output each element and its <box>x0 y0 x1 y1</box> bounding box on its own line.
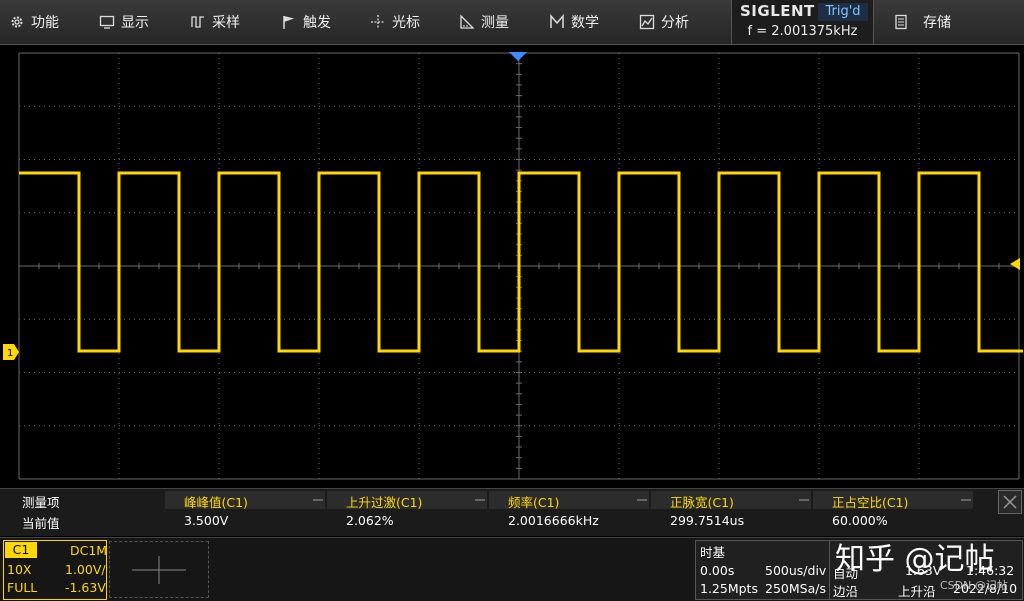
menu-math-label: 数学 <box>571 15 599 31</box>
menu-acquire[interactable]: 采样 <box>190 0 240 44</box>
analysis-icon <box>639 14 655 30</box>
channel-scale: 1.00V/ <box>65 562 106 577</box>
watermark-small: CSDN @记帖 <box>940 579 1008 592</box>
trigger-level-marker[interactable] <box>1010 258 1020 270</box>
sample-icon <box>190 14 206 30</box>
math-icon <box>549 13 565 30</box>
channel-bandwidth: FULL <box>7 580 38 595</box>
menu-save-label: 存储 <box>923 15 951 31</box>
brand-logo: SIGLENT <box>740 2 815 20</box>
watermark: 知乎 @记帖 <box>835 542 995 577</box>
measurement-close-button[interactable] <box>998 490 1022 514</box>
crosshair-icon <box>370 14 386 30</box>
measurement-row-labels: 测量项 当前值 <box>22 489 162 536</box>
add-channel-button[interactable] <box>109 541 209 598</box>
measurement-value: 3.500V <box>184 513 229 528</box>
measurement-rise-overshoot[interactable]: 上升过激(C1) 2.062% <box>346 489 486 536</box>
menu-cursor-label: 光标 <box>392 15 420 31</box>
measurement-positive-width[interactable]: 正脉宽(C1) 299.7514us <box>670 489 810 536</box>
channel-1-trace <box>19 171 1023 353</box>
frequency-counter: f = 2.001375kHz <box>747 24 858 39</box>
channel-probe: 10X <box>7 562 32 577</box>
ruler-icon <box>459 14 475 30</box>
channel-1-tag: C1 <box>5 542 37 558</box>
menu-trigger[interactable]: 触发 <box>281 0 331 44</box>
trigger-status-badge: Trig'd <box>818 3 868 21</box>
measurement-value-label: 当前值 <box>22 516 60 531</box>
trigger-type: 边沿 <box>833 584 859 599</box>
brand-status-box: SIGLENT Trig'd f = 2.001375kHz <box>731 0 874 44</box>
trigger-slope: 上升沿 <box>898 584 936 599</box>
measurement-value: 299.7514us <box>670 513 745 528</box>
menu-display[interactable]: 显示 <box>99 0 149 44</box>
measurement-name: 正脉宽(C1) <box>670 495 734 510</box>
timebase-memory: 1.25Mpts <box>700 581 758 596</box>
channel-offset: -1.63V <box>65 580 106 595</box>
flag-icon <box>281 14 297 30</box>
close-icon <box>1003 495 1017 509</box>
menu-math[interactable]: 数学 <box>549 0 599 44</box>
top-menu-bar: 功能 显示 采样 触发 光标 测量 数学 分析 SIGLENT Trig'd f… <box>0 0 1024 45</box>
timebase-delay: 0.00s <box>700 563 735 578</box>
save-icon <box>893 14 909 30</box>
menu-cursor[interactable]: 光标 <box>370 0 420 44</box>
menu-analysis[interactable]: 分析 <box>639 0 689 44</box>
timebase-scale: 500us/div <box>765 563 827 578</box>
menu-display-label: 显示 <box>121 15 149 31</box>
menu-measure-label: 测量 <box>481 15 509 31</box>
monitor-icon <box>99 14 115 30</box>
menu-acquire-label: 采样 <box>212 15 240 31</box>
measurement-peak-to-peak[interactable]: 峰峰值(C1) 3.500V <box>184 489 324 536</box>
waveform-display[interactable]: 1 <box>0 48 1024 484</box>
ground-marker[interactable]: 1 <box>3 344 19 360</box>
timebase-title: 时基 <box>700 545 726 560</box>
plus-icon <box>132 556 186 584</box>
menu-function-label: 功能 <box>31 15 59 31</box>
measurement-value: 2.062% <box>346 513 394 528</box>
measurement-header-label: 测量项 <box>22 495 60 510</box>
channel-coupling: DC1M <box>70 543 108 558</box>
measurement-positive-duty[interactable]: 正占空比(C1) 60.000% <box>832 489 972 536</box>
measurement-value: 2.0016666kHz <box>508 513 599 528</box>
menu-save[interactable]: 存储 <box>893 0 951 44</box>
measurement-name: 峰峰值(C1) <box>184 495 248 510</box>
measurement-name: 上升过激(C1) <box>346 495 423 510</box>
menu-function[interactable]: 功能 <box>9 0 59 44</box>
measurement-name: 正占空比(C1) <box>832 495 909 510</box>
trigger-position-marker[interactable] <box>509 52 527 61</box>
menu-trigger-label: 触发 <box>303 15 331 31</box>
timebase-sample-rate: 250MSa/s <box>765 581 826 596</box>
ground-marker-label: 1 <box>7 348 13 359</box>
measurement-frequency[interactable]: 频率(C1) 2.0016666kHz <box>508 489 648 536</box>
measurement-value: 60.000% <box>832 513 888 528</box>
gear-icon <box>9 14 25 30</box>
menu-analysis-label: 分析 <box>661 15 689 31</box>
measurement-name: 频率(C1) <box>508 495 560 510</box>
measurement-panel: 测量项 当前值 峰峰值(C1) 3.500V 上升过激(C1) 2.062% 频… <box>0 488 1024 536</box>
menu-measure[interactable]: 测量 <box>459 0 509 44</box>
